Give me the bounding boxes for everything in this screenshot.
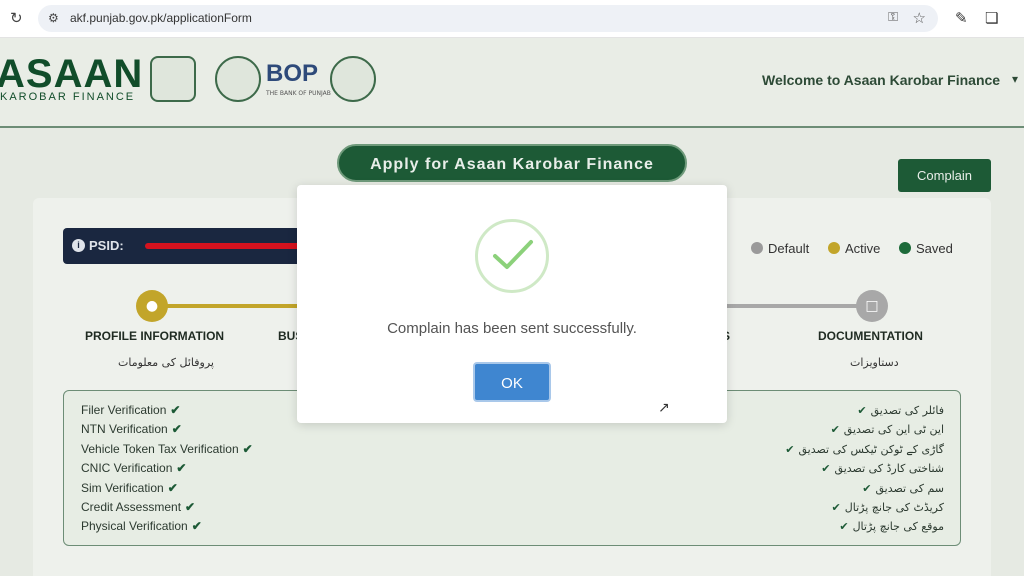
address-bar[interactable]: ⚙ akf.punjab.gov.pk/applicationForm ⚿ ☆: [38, 5, 938, 32]
pen-icon[interactable]: ✎: [955, 9, 968, 27]
site-info-icon[interactable]: ⚙: [48, 11, 59, 25]
bookmark-star-icon[interactable]: ☆: [913, 9, 926, 27]
ok-button[interactable]: OK: [473, 362, 551, 402]
extensions-icon[interactable]: ❏: [985, 9, 998, 27]
dialog-message: Complain has been sent successfully.: [387, 320, 637, 337]
success-dialog: Complain has been sent successfully. OK: [297, 185, 727, 423]
browser-toolbar: ↻ ⚙ akf.punjab.gov.pk/applicationForm ⚿ …: [0, 0, 1024, 38]
success-check-icon: [475, 219, 549, 293]
mouse-cursor-icon: ↗: [658, 400, 670, 416]
url-text[interactable]: akf.punjab.gov.pk/applicationForm: [70, 11, 252, 25]
password-key-icon[interactable]: ⚿: [888, 10, 898, 25]
reload-icon[interactable]: ↻: [10, 10, 26, 26]
